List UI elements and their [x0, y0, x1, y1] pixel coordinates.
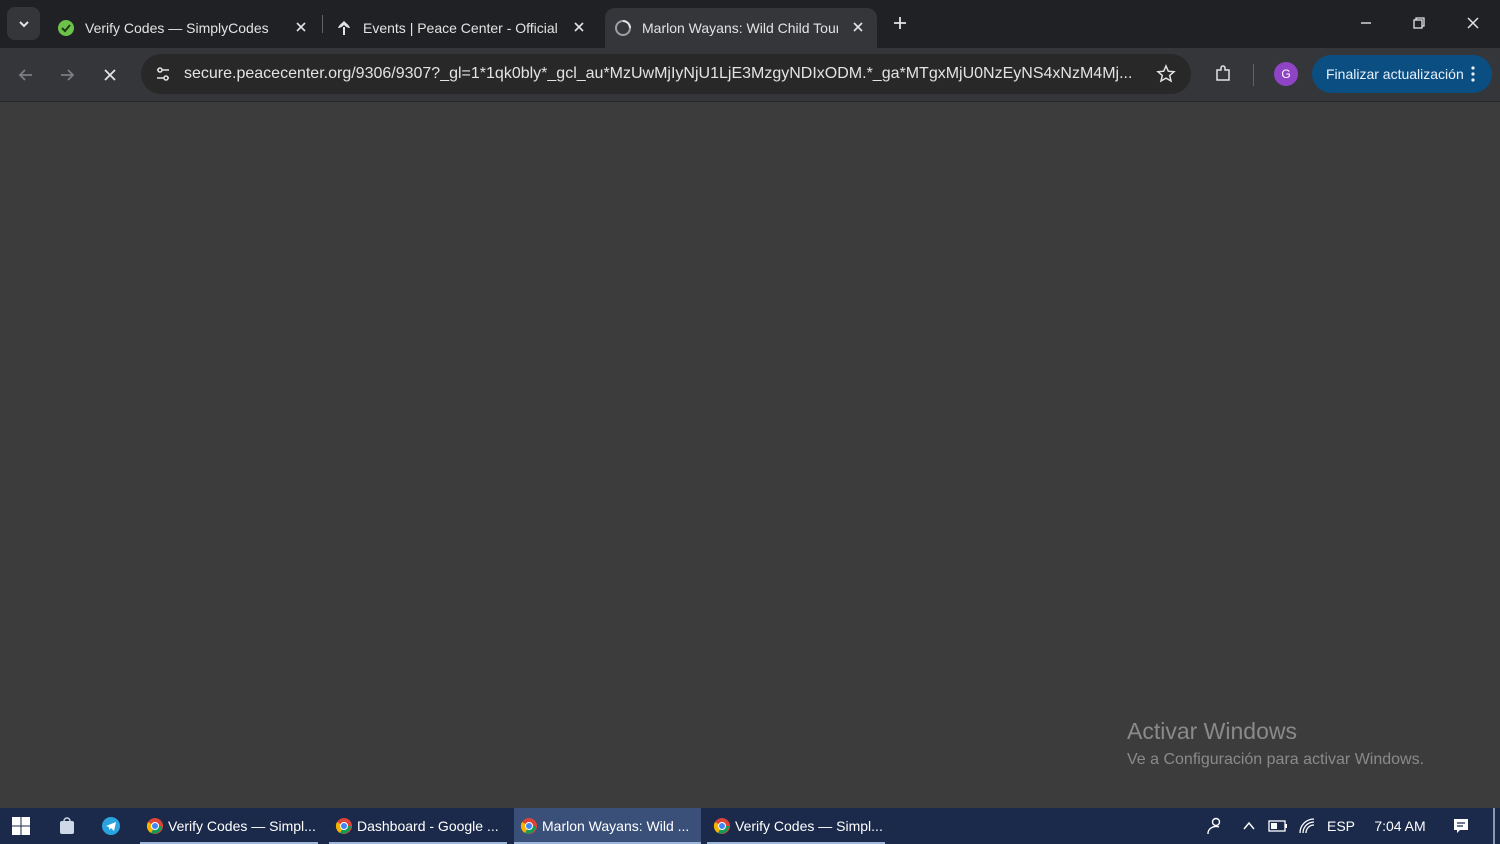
chrome-icon: [520, 818, 537, 834]
people-button[interactable]: [1201, 808, 1227, 844]
profile-avatar[interactable]: G: [1274, 62, 1298, 86]
people-icon: [1207, 817, 1221, 835]
watermark-subtitle: Ve a Configuración para activar Windows.: [1127, 751, 1425, 768]
taskbar-window-label: Marlon Wayans: Wild ...: [542, 818, 690, 834]
tab-search-button[interactable]: [7, 7, 40, 40]
battery-icon: [1268, 820, 1287, 832]
taskbar-window-label: Verify Codes — Simpl...: [735, 818, 883, 834]
telegram-icon: [102, 817, 120, 835]
store-app-button[interactable]: [55, 814, 79, 838]
clock[interactable]: 7:04 AM: [1368, 808, 1432, 844]
stop-loading-button[interactable]: [95, 60, 125, 90]
bookmark-button[interactable]: [1155, 63, 1177, 85]
tune-icon: [157, 67, 169, 81]
language-indicator[interactable]: ESP: [1325, 808, 1357, 844]
taskbar-window-dashboard[interactable]: Dashboard - Google ...: [329, 808, 507, 844]
watermark-title: Activar Windows: [1127, 718, 1297, 744]
wifi-icon: [1299, 818, 1315, 834]
update-label: Finalizar actualización: [1326, 66, 1464, 82]
back-button[interactable]: [11, 60, 41, 90]
restore-button[interactable]: [1401, 6, 1437, 40]
chevron-down-icon: [18, 20, 29, 27]
windows-taskbar: Verify Codes — Simpl... Dashboard - Goog…: [0, 808, 1500, 844]
chrome-icon: [146, 818, 163, 834]
peace-center-icon: [335, 19, 353, 37]
minimize-icon: [1361, 22, 1371, 24]
toolbar-divider: [1253, 64, 1254, 86]
url-text[interactable]: secure.peacecenter.org/9306/9307?_gl=1*1…: [184, 65, 1134, 83]
taskbar-window-verify-codes[interactable]: Verify Codes — Simpl...: [140, 808, 318, 844]
forward-button[interactable]: [52, 60, 82, 90]
close-tab-icon[interactable]: [292, 18, 310, 36]
close-tab-icon[interactable]: [849, 18, 867, 36]
bag-icon: [60, 817, 74, 834]
browser-toolbar: secure.peacecenter.org/9306/9307?_gl=1*1…: [0, 48, 1500, 102]
arrow-right-icon: [61, 69, 75, 81]
tab-title: Verify Codes — SimplyCodes: [85, 20, 269, 36]
windows-logo-icon: [12, 817, 30, 835]
action-center-button[interactable]: [1449, 808, 1473, 844]
page-viewport: [0, 103, 1500, 808]
star-icon: [1156, 64, 1176, 83]
site-info-button[interactable]: [149, 60, 177, 88]
taskbar-window-label: Dashboard - Google ...: [357, 818, 499, 834]
tab-title: Events | Peace Center - Official Site: [363, 20, 559, 36]
simplycodes-icon: [57, 19, 75, 37]
activation-watermark: Activar Windows Ve a Configuración para …: [1127, 718, 1424, 769]
show-hidden-icons-button[interactable]: [1238, 808, 1260, 844]
show-desktop-button[interactable]: [1493, 808, 1495, 844]
chevron-up-icon: [1243, 821, 1255, 830]
loading-globe-icon: [614, 19, 632, 37]
finish-update-button[interactable]: Finalizar actualización: [1312, 55, 1492, 93]
notification-icon: [1454, 819, 1468, 833]
tab-marlon-wayans[interactable]: Marlon Wayans: Wild Child Tour: [605, 8, 877, 48]
chrome-icon: [335, 818, 352, 834]
start-button[interactable]: [9, 814, 33, 838]
wifi-button[interactable]: [1296, 808, 1318, 844]
close-tab-icon[interactable]: [570, 18, 588, 36]
taskbar-window-marlon-wayans[interactable]: Marlon Wayans: Wild ...: [514, 808, 701, 844]
plus-icon: [894, 17, 906, 29]
puzzle-icon: [1216, 65, 1230, 81]
address-bar[interactable]: secure.peacecenter.org/9306/9307?_gl=1*1…: [141, 54, 1191, 94]
battery-button[interactable]: [1266, 808, 1290, 844]
more-menu-icon[interactable]: [1464, 65, 1482, 83]
tab-divider: [322, 15, 323, 33]
telegram-button[interactable]: [99, 814, 123, 838]
arrow-left-icon: [18, 69, 32, 81]
close-icon: [1467, 17, 1479, 29]
tab-strip: Verify Codes — SimplyCodes Events | Peac…: [0, 0, 1500, 48]
close-window-button[interactable]: [1455, 6, 1491, 40]
tab-title: Marlon Wayans: Wild Child Tour: [642, 20, 838, 36]
close-icon: [104, 69, 116, 81]
extensions-button[interactable]: [1210, 61, 1236, 87]
taskbar-window-label: Verify Codes — Simpl...: [168, 818, 316, 834]
tab-verify-codes[interactable]: Verify Codes — SimplyCodes: [48, 8, 320, 48]
taskbar-window-verify-codes-2[interactable]: Verify Codes — Simpl...: [707, 808, 885, 844]
tab-peace-center-events[interactable]: Events | Peace Center - Official Site: [326, 8, 598, 48]
chrome-icon: [713, 818, 730, 834]
new-tab-button[interactable]: [889, 12, 911, 34]
restore-icon: [1413, 17, 1425, 29]
minimize-button[interactable]: [1348, 6, 1384, 40]
